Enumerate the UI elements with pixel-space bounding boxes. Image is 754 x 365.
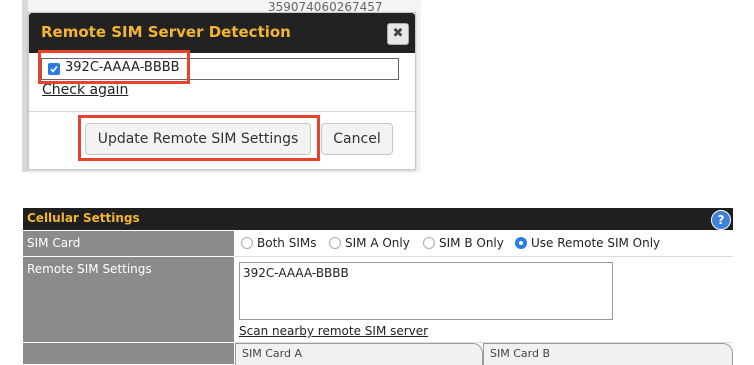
tab-label: SIM Card A <box>242 347 302 360</box>
highlight-sim-item <box>38 50 190 84</box>
radio-sim-b-only[interactable]: SIM B Only <box>423 236 504 250</box>
remote-sim-label: Remote SIM Settings <box>27 262 152 276</box>
help-icon[interactable]: ? <box>711 210 731 230</box>
sim-card-label-cell: SIM Card <box>23 231 234 256</box>
sim-card-tabs-label-cell <box>23 343 234 364</box>
sim-card-value-cell: Both SIMs SIM A Only SIM B Only Use Remo… <box>235 231 733 257</box>
radio-label: Use Remote SIM Only <box>531 236 661 250</box>
tab-sim-card-a[interactable]: SIM Card A <box>235 343 483 365</box>
dialog-title-bar: Remote SIM Server Detection ✖ <box>29 13 415 53</box>
remote-sim-label-cell: Remote SIM Settings <box>23 257 234 342</box>
cellular-settings-panel: Cellular Settings ? SIM Card Both SIMs S… <box>23 208 733 365</box>
radio-label: SIM B Only <box>439 236 504 250</box>
remote-sim-value-cell: 392C-AAAA-BBBB Scan nearby remote SIM se… <box>235 257 733 343</box>
scan-remote-sim-link[interactable]: Scan nearby remote SIM server <box>239 324 428 338</box>
panel-title: Cellular Settings <box>27 211 140 225</box>
radio-selected-icon[interactable] <box>515 237 527 249</box>
highlight-update-button <box>78 115 320 161</box>
cancel-button[interactable]: Cancel <box>321 123 393 155</box>
check-again-link[interactable]: Check again <box>42 82 128 98</box>
radio-label: SIM A Only <box>345 236 410 250</box>
panel-header: Cellular Settings ? <box>23 208 733 230</box>
radio-use-remote-sim-only[interactable]: Use Remote SIM Only <box>515 236 660 250</box>
dialog-divider <box>29 111 415 112</box>
radio-icon[interactable] <box>241 237 253 249</box>
radio-label: Both SIMs <box>257 236 317 250</box>
close-icon[interactable]: ✖ <box>387 23 409 45</box>
remote-sim-textarea[interactable]: 392C-AAAA-BBBB <box>239 262 613 320</box>
radio-icon[interactable] <box>423 237 435 249</box>
remote-sim-textarea-value: 392C-AAAA-BBBB <box>243 266 349 280</box>
radio-icon[interactable] <box>329 237 341 249</box>
radio-both-sims[interactable]: Both SIMs <box>241 236 316 250</box>
tab-sim-card-b[interactable]: SIM Card B <box>483 343 733 365</box>
tab-label: SIM Card B <box>490 347 550 360</box>
radio-sim-a-only[interactable]: SIM A Only <box>329 236 410 250</box>
sim-card-label: SIM Card <box>27 236 81 250</box>
dialog-title: Remote SIM Server Detection <box>41 23 291 41</box>
